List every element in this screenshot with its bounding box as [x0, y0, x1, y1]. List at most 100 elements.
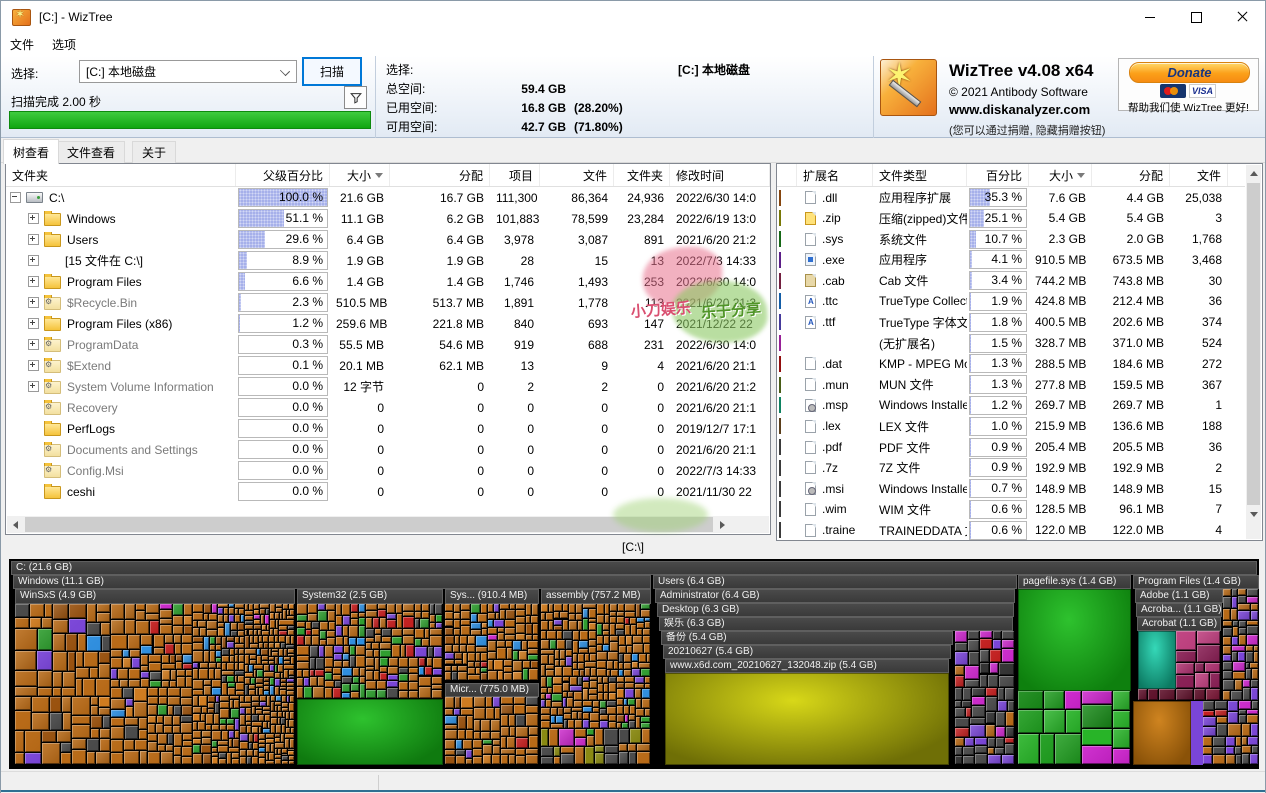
treemap-tile[interactable]: [343, 626, 348, 636]
treemap-tile[interactable]: [1239, 628, 1246, 634]
treemap-tile[interactable]: [637, 629, 643, 635]
treemap-tile[interactable]: [235, 731, 239, 738]
treemap-tile[interactable]: [468, 653, 476, 660]
treemap-tile[interactable]: [555, 660, 559, 666]
treemap-tile[interactable]: [289, 720, 294, 727]
scroll-down-button[interactable]: [1246, 506, 1261, 523]
treemap-tile[interactable]: [972, 706, 985, 717]
treemap-tile[interactable]: [541, 694, 545, 700]
treemap-tile[interactable]: [541, 715, 550, 720]
treemap-tile[interactable]: [970, 725, 984, 736]
treemap-tile[interactable]: [975, 738, 988, 746]
table-row[interactable]: .dll应用程序扩展35.3 %7.6 GB4.4 GB25,038: [777, 187, 1262, 208]
treemap-tile[interactable]: [120, 680, 128, 687]
treemap-tile[interactable]: [259, 715, 263, 721]
treemap-tile[interactable]: [297, 687, 303, 698]
treemap-tile[interactable]: [206, 725, 211, 731]
treemap-tile[interactable]: [481, 720, 490, 731]
treemap-tile[interactable]: [578, 654, 584, 663]
treemap-tile[interactable]: [617, 699, 622, 705]
treemap-tile[interactable]: [269, 753, 274, 760]
treemap-tile[interactable]: [557, 631, 562, 638]
treemap-tile[interactable]: [53, 672, 62, 686]
treemap-tile[interactable]: [325, 673, 332, 680]
treemap-tile[interactable]: [415, 604, 421, 611]
treemap-tile[interactable]: [288, 630, 294, 636]
treemap-tile[interactable]: [218, 628, 225, 635]
treemap-tile[interactable]: [275, 687, 279, 694]
treemap-tile[interactable]: [563, 631, 572, 638]
treemap-tile[interactable]: [1236, 755, 1241, 764]
treemap-tile[interactable]: [236, 683, 244, 690]
treemap-tile[interactable]: [232, 759, 239, 764]
treemap-tile[interactable]: [146, 614, 159, 619]
treemap-tile[interactable]: [168, 734, 173, 744]
treemap-tile[interactable]: [507, 737, 516, 748]
treemap-tile[interactable]: [617, 683, 623, 688]
treemap-tile[interactable]: [220, 702, 229, 708]
treemap-tile[interactable]: [202, 707, 207, 713]
treemap-tile[interactable]: [356, 646, 366, 656]
treemap-tile[interactable]: [38, 671, 53, 686]
treemap-tile[interactable]: [343, 661, 348, 667]
treemap-tile[interactable]: [136, 621, 149, 634]
treemap-tile[interactable]: [305, 636, 311, 645]
treemap-tile[interactable]: [168, 706, 174, 715]
treemap-tile[interactable]: [516, 604, 525, 609]
treemap-tile[interactable]: [15, 711, 31, 730]
treemap-tile[interactable]: [1242, 754, 1248, 764]
treemap-tile[interactable]: [604, 636, 609, 644]
treemap-tile[interactable]: [275, 755, 281, 758]
treemap-tile[interactable]: [262, 631, 269, 635]
treemap-tile[interactable]: [509, 715, 515, 726]
treemap-tile[interactable]: [589, 609, 597, 618]
treemap-tile[interactable]: [1223, 609, 1230, 620]
treemap-tile[interactable]: [1082, 746, 1112, 764]
treemap-tile[interactable]: [1223, 655, 1231, 660]
treemap-tile[interactable]: [630, 706, 635, 714]
treemap-tile[interactable]: [125, 718, 138, 725]
treemap-tile[interactable]: [186, 670, 192, 676]
treemap-tile[interactable]: [183, 664, 192, 669]
treemap-tile[interactable]: [432, 685, 442, 689]
treemap-tile[interactable]: [593, 708, 599, 711]
treemap-tile[interactable]: [579, 641, 588, 647]
treemap-tile[interactable]: [456, 740, 462, 749]
treemap-tile[interactable]: [103, 716, 110, 728]
treemap-tile[interactable]: [148, 752, 160, 764]
treemap-tile[interactable]: [619, 752, 628, 764]
treemap-tile[interactable]: [965, 680, 979, 687]
treemap-tile[interactable]: [583, 619, 588, 630]
column-header[interactable]: 分配: [1092, 164, 1170, 186]
treemap-tile[interactable]: [1213, 755, 1225, 764]
treemap-tile[interactable]: [193, 680, 203, 689]
treemap-tile[interactable]: [50, 713, 62, 730]
treemap-tile[interactable]: [380, 650, 391, 657]
treemap-tile[interactable]: [488, 635, 496, 640]
treemap-tile[interactable]: [288, 654, 294, 656]
treemap-tile[interactable]: [529, 727, 538, 735]
treemap-tile[interactable]: [473, 757, 483, 764]
treemap-tile[interactable]: [267, 696, 270, 706]
treemap-tile[interactable]: [595, 753, 604, 764]
treemap-tile[interactable]: [182, 747, 191, 756]
treemap-tile[interactable]: [1233, 672, 1244, 679]
treemap-tile[interactable]: [595, 729, 603, 745]
treemap-tile[interactable]: [955, 666, 964, 675]
treemap-tile[interactable]: [260, 702, 266, 706]
treemap-tile[interactable]: [403, 604, 414, 611]
treemap-tile[interactable]: [310, 677, 317, 686]
treemap-tile[interactable]: [141, 666, 148, 671]
treemap-tile[interactable]: [488, 671, 497, 680]
treemap-tile[interactable]: [259, 758, 265, 764]
treemap-tile[interactable]: [533, 635, 538, 640]
treemap-tile[interactable]: [286, 712, 289, 719]
treemap-tile[interactable]: [245, 621, 253, 624]
treemap-tile[interactable]: [270, 620, 274, 628]
treemap-tile[interactable]: [965, 738, 974, 747]
treemap-tile[interactable]: [579, 649, 588, 653]
treemap-tile[interactable]: [498, 633, 505, 640]
treemap-tile[interactable]: [573, 663, 577, 669]
treemap-tile[interactable]: [573, 654, 577, 663]
treemap-tile[interactable]: [1251, 724, 1258, 736]
